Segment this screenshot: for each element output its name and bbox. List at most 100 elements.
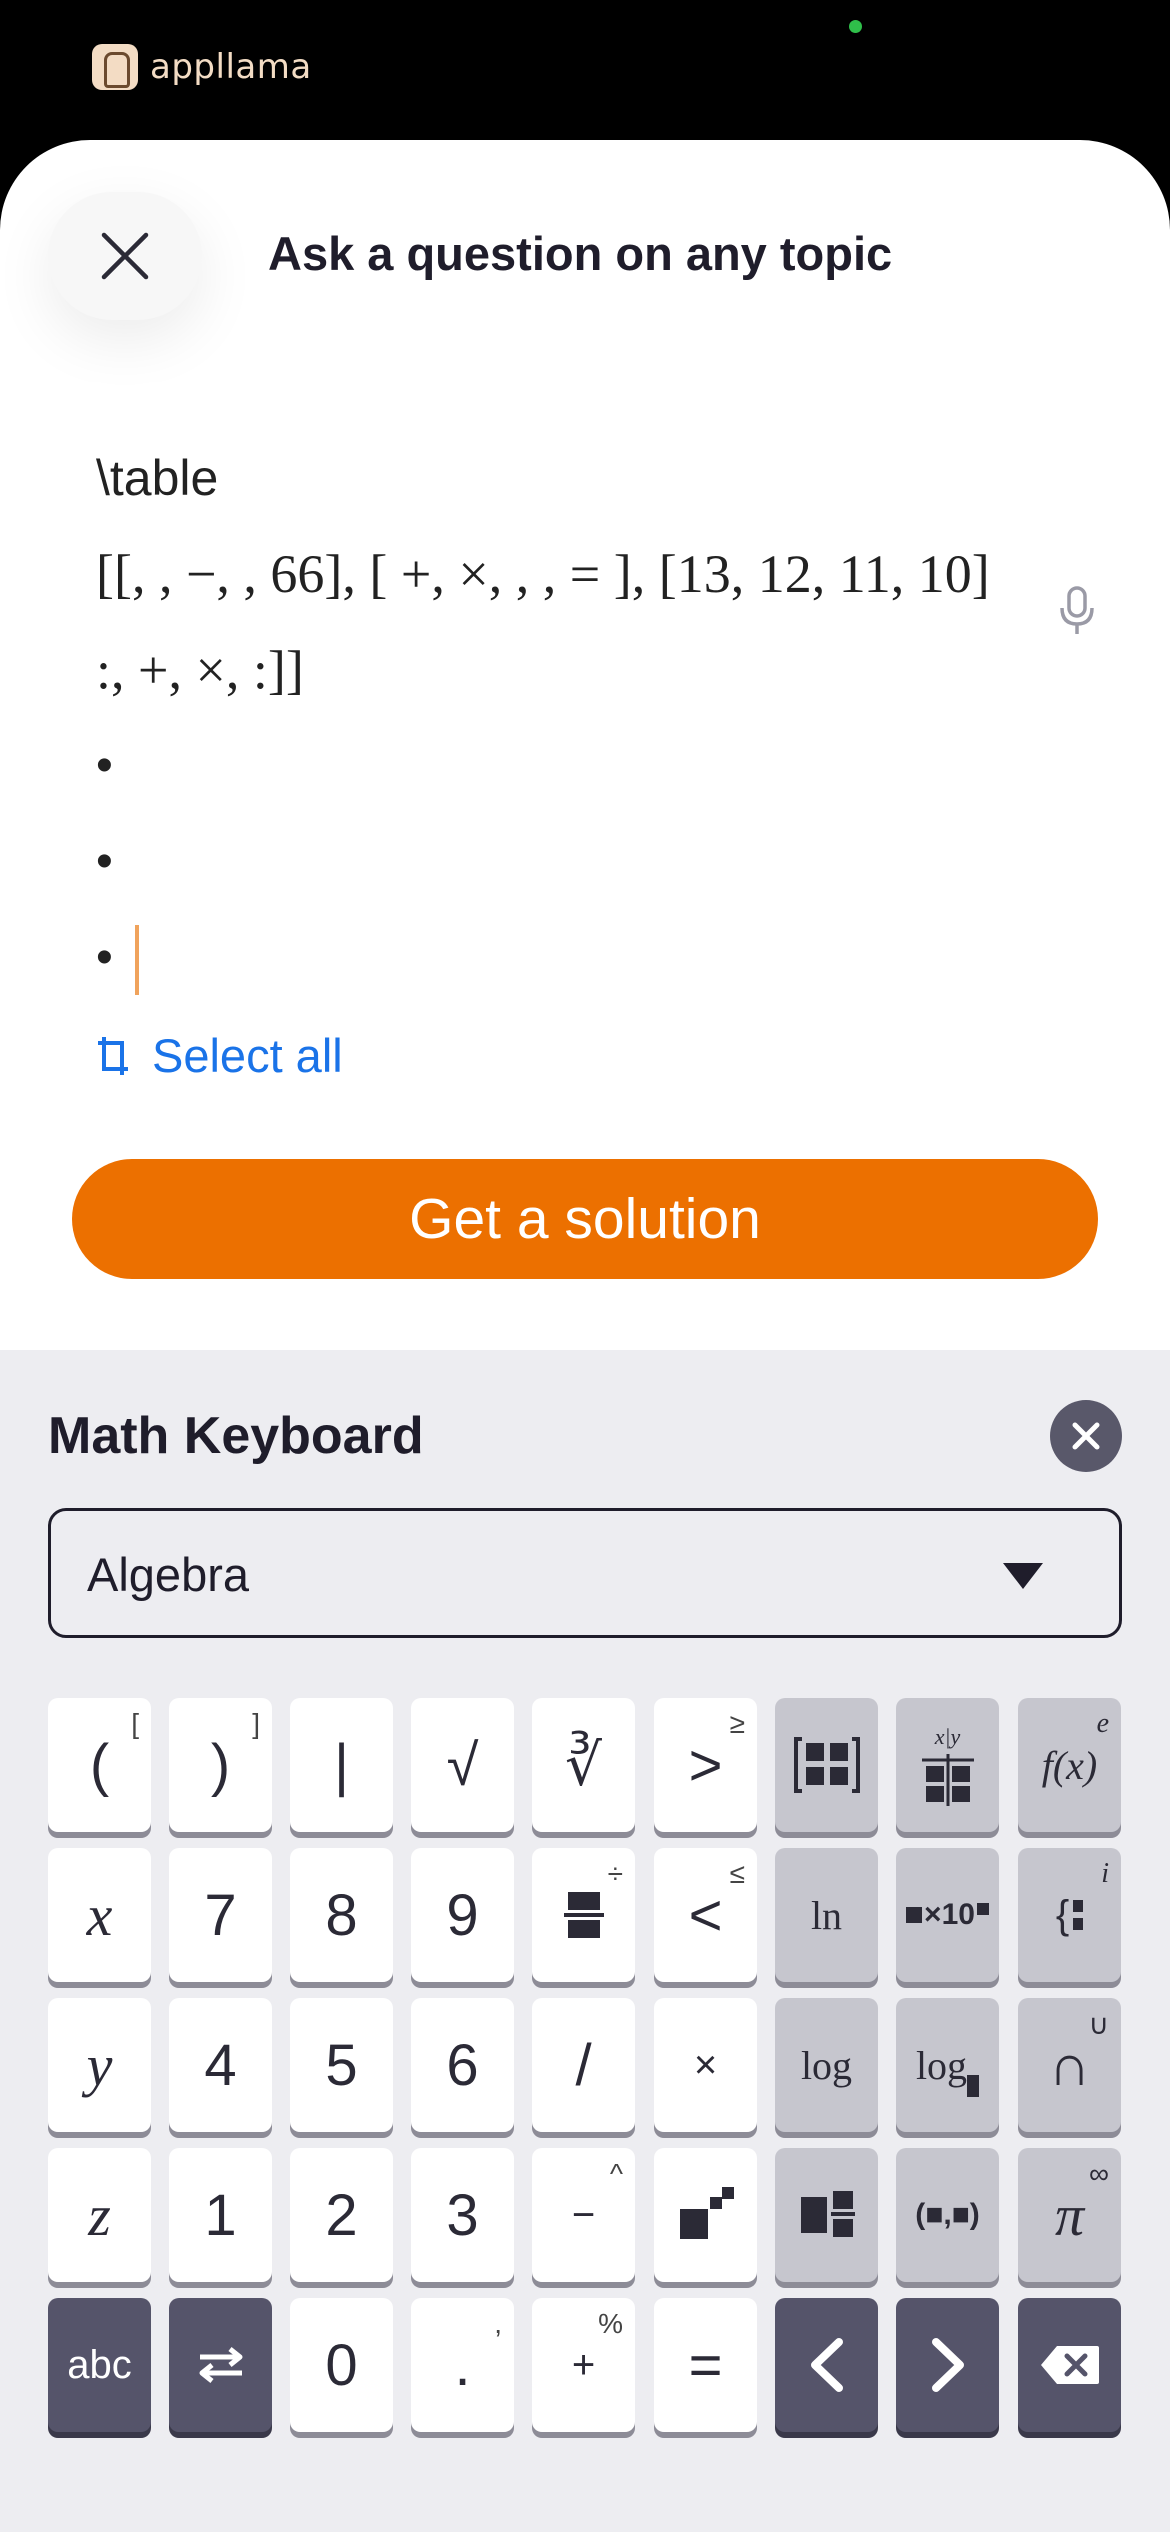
mixed-fraction-icon xyxy=(800,2191,855,2237)
log-base-content: log xyxy=(915,2042,980,2097)
key-cursor-left[interactable] xyxy=(775,2298,878,2432)
key-piecewise[interactable]: { i xyxy=(1018,1848,1121,1982)
camera-indicator-dot xyxy=(849,20,862,33)
key-8[interactable]: 8 xyxy=(290,1848,393,1982)
key-label: f(x) xyxy=(1041,1742,1098,1788)
key-power[interactable] xyxy=(654,2148,757,2282)
key-x[interactable]: x xyxy=(48,1848,151,1982)
key-scientific[interactable]: ×10 xyxy=(896,1848,999,1982)
key-alt-label: [ xyxy=(131,1708,139,1739)
power-icon xyxy=(679,2187,734,2239)
key-y[interactable]: y xyxy=(48,1998,151,2132)
key-label: − xyxy=(571,2192,596,2237)
key-function[interactable]: f(x) e xyxy=(1018,1698,1121,1832)
key-label: z xyxy=(88,2182,111,2248)
key-label: 7 xyxy=(204,1882,237,1948)
key-fraction[interactable]: ÷ xyxy=(532,1848,635,1982)
key-minus[interactable]: − ^ xyxy=(532,2148,635,2282)
placeholder-square-icon xyxy=(976,1903,989,1915)
key-abc[interactable]: abc xyxy=(48,2298,151,2432)
key-mixed-fraction[interactable] xyxy=(775,2148,878,2282)
key-6[interactable]: 6 xyxy=(411,1998,514,2132)
placeholder-square-icon xyxy=(906,1907,923,1923)
key-backspace[interactable] xyxy=(1018,2298,1121,2432)
key-greater[interactable]: > ≥ xyxy=(654,1698,757,1832)
key-plus[interactable]: +% xyxy=(532,2298,635,2432)
key-alt-label: e xyxy=(1096,1708,1109,1739)
key-multiply[interactable]: × xyxy=(654,1998,757,2132)
key-close-paren[interactable]: )] xyxy=(169,1698,272,1832)
question-input[interactable]: \table [[, , −, , 66], [ +, ×, , , = ], … xyxy=(96,430,1046,1006)
key-open-paren[interactable]: ([ xyxy=(48,1698,151,1832)
key-2[interactable]: 2 xyxy=(290,2148,393,2282)
key-9[interactable]: 9 xyxy=(411,1848,514,1982)
key-label: 2 xyxy=(325,2182,358,2248)
logo-text: appllama xyxy=(150,47,312,87)
app-logo: appllama xyxy=(92,44,312,90)
key-label: < xyxy=(688,1882,723,1948)
key-label: ln xyxy=(810,1892,843,1938)
chevron-down-icon xyxy=(1003,1563,1043,1589)
key-3[interactable]: 3 xyxy=(411,2148,514,2282)
bullet-2: • xyxy=(96,835,113,888)
text-cursor xyxy=(134,925,139,996)
key-equals[interactable]: = xyxy=(654,2298,757,2432)
key-less[interactable]: < ≤ xyxy=(654,1848,757,1982)
key-7[interactable]: 7 xyxy=(169,1848,272,1982)
key-label: log xyxy=(800,2042,853,2088)
key-label: > xyxy=(688,1732,723,1798)
category-dropdown[interactable]: Algebra xyxy=(48,1508,1122,1638)
key-nth-root[interactable]: ∛ xyxy=(532,1698,635,1832)
key-label: ) xyxy=(210,1732,231,1798)
key-label: (■,■) xyxy=(915,2198,980,2231)
math-keyboard: Math Keyboard Algebra ([ )] | √ ∛ > ≥ x|y xyxy=(0,1350,1170,2532)
key-ordered-pair[interactable]: (■,■) xyxy=(896,2148,999,2282)
placeholder-square-icon xyxy=(967,2074,980,2097)
key-5[interactable]: 5 xyxy=(290,1998,393,2132)
keyboard-close-button[interactable] xyxy=(1050,1400,1122,1472)
key-ln[interactable]: ln xyxy=(775,1848,878,1982)
piecewise-key-content: { xyxy=(1056,1893,1084,1938)
key-log-base[interactable]: log xyxy=(896,1998,999,2132)
key-label: x|y xyxy=(934,1724,961,1749)
top-bar: appllama xyxy=(0,0,1170,150)
close-button[interactable] xyxy=(48,192,202,320)
key-z[interactable]: z xyxy=(48,2148,151,2282)
key-swap[interactable] xyxy=(169,2298,272,2432)
key-table[interactable]: x|y xyxy=(896,1698,999,1832)
key-label: 9 xyxy=(446,1882,479,1948)
key-0[interactable]: 0 xyxy=(290,2298,393,2432)
key-decimal[interactable]: ., xyxy=(411,2298,514,2432)
bullet-3-text: • xyxy=(96,931,113,984)
key-label: y xyxy=(86,2032,113,2098)
key-label: 0 xyxy=(325,2332,358,2398)
key-divide[interactable]: / xyxy=(532,1998,635,2132)
key-intersection[interactable]: ∩ ∪ xyxy=(1018,1998,1121,2132)
microphone-icon[interactable] xyxy=(1058,586,1096,636)
key-label: ∩ xyxy=(1048,2032,1091,2098)
question-line-2: [[, , −, , 66], [ +, ×, , , = ], [13, 12… xyxy=(96,544,990,604)
key-label: ∛ xyxy=(565,1733,602,1798)
key-cursor-right[interactable] xyxy=(896,2298,999,2432)
key-alt-label: i xyxy=(1101,1858,1109,1889)
key-pi[interactable]: π ∞ xyxy=(1018,2148,1121,2282)
matrix-icon xyxy=(793,1737,860,1793)
key-abs[interactable]: | xyxy=(290,1698,393,1832)
key-4[interactable]: 4 xyxy=(169,1998,272,2132)
key-label: abc xyxy=(67,2342,132,2387)
key-label: log xyxy=(915,2042,968,2088)
crop-select-icon xyxy=(98,1036,128,1075)
select-all-button[interactable]: Select all xyxy=(96,1028,343,1083)
key-label: = xyxy=(688,2332,723,2398)
key-alt-label: ] xyxy=(252,1708,260,1739)
key-log[interactable]: log xyxy=(775,1998,878,2132)
key-1[interactable]: 1 xyxy=(169,2148,272,2282)
key-sqrt[interactable]: √ xyxy=(411,1698,514,1832)
key-alt-label: ^ xyxy=(609,2158,623,2189)
right-arrow-icon xyxy=(931,2338,964,2392)
question-line-3: :, +, ×, :]] xyxy=(96,640,304,700)
key-matrix[interactable] xyxy=(775,1698,878,1832)
key-alt-label: , xyxy=(494,2308,502,2339)
key-label: π xyxy=(1054,2182,1085,2248)
get-solution-button[interactable]: Get a solution xyxy=(72,1159,1098,1279)
